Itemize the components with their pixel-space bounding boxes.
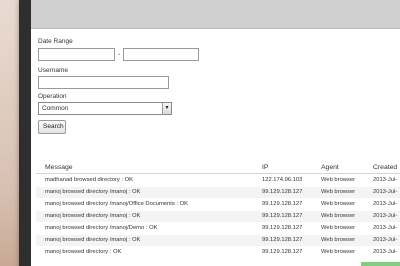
date-to-input[interactable] [123, 48, 199, 61]
cell-created: 2013-Jul- [373, 177, 398, 183]
cell-created: 2013-Jul- [373, 249, 398, 255]
cell-agent: Web browser [321, 201, 356, 207]
username-label: Username [38, 67, 68, 74]
date-from-input[interactable] [38, 48, 115, 61]
cell-ip: 99.129.128.127 [262, 213, 303, 219]
table-row[interactable]: manoj browsed directory /manoj/Demo : OK… [36, 223, 400, 234]
photo-background: Date Range - Username Operation Common ▾… [0, 0, 400, 266]
date-range-label: Date Range [38, 38, 73, 45]
operation-label: Operation [38, 93, 67, 100]
cell-agent: Web browser [321, 189, 356, 195]
cell-ip: 99.129.128.127 [262, 237, 303, 243]
table-row[interactable]: manoj browsed directory /manoj : OK 99.1… [36, 187, 400, 198]
cell-created: 2013-Jul- [373, 201, 398, 207]
cell-ip: 99.129.128.127 [262, 225, 303, 231]
cell-message: manoj browsed directory /manoj/Office Do… [45, 201, 188, 207]
cell-ip: 99.129.128.127 [262, 249, 303, 255]
cell-agent: Web browser [321, 177, 356, 183]
cell-created: 2013-Jul- [373, 189, 398, 195]
cell-message: manoj browsed directory : OK [45, 249, 122, 255]
column-header-created[interactable]: Created [373, 164, 397, 171]
operation-selected-value: Common [42, 105, 69, 112]
cell-agent: Web browser [321, 249, 356, 255]
cell-created: 2013-Jul- [373, 213, 398, 219]
column-header-message[interactable]: Message [45, 164, 73, 171]
date-separator: - [118, 51, 121, 58]
cell-agent: Web browser [321, 225, 356, 231]
cell-message: manoj browsed directory /manoj/Demo : OK [45, 225, 158, 231]
table-row[interactable]: manoj browsed directory : OK 99.129.128.… [36, 247, 400, 258]
username-input[interactable] [38, 76, 169, 89]
column-header-ip[interactable]: IP [262, 164, 268, 171]
top-bar [31, 0, 400, 29]
cell-message: madhanad browsed directory : OK [45, 177, 133, 183]
table-row[interactable]: madhanad browsed directory : OK 122.174.… [36, 175, 400, 186]
cell-ip: 122.174.96.103 [262, 177, 303, 183]
cell-message: manoj browsed directory /manoj : OK [45, 237, 141, 243]
search-button[interactable]: Search [38, 120, 66, 134]
table-row[interactable]: manoj browsed directory /manoj : OK 99.1… [36, 211, 400, 222]
browser-screen: Date Range - Username Operation Common ▾… [31, 0, 400, 266]
cell-message: manoj browsed directory /manoj : OK [45, 213, 141, 219]
column-header-agent[interactable]: Agent [321, 164, 339, 171]
chevron-down-icon[interactable]: ▾ [162, 103, 171, 114]
status-strip [361, 262, 400, 266]
cell-created: 2013-Jul- [373, 225, 398, 231]
cell-ip: 99.129.128.127 [262, 189, 303, 195]
table-row[interactable]: manoj browsed directory /manoj/Office Do… [36, 199, 400, 210]
operation-select[interactable]: Common ▾ [38, 102, 172, 115]
cell-agent: Web browser [321, 237, 356, 243]
cell-message: manoj browsed directory /manoj : OK [45, 189, 141, 195]
cell-created: 2013-Jul- [373, 237, 398, 243]
table-header-divider [36, 173, 400, 174]
table-row[interactable]: manoj browsed directory /manoj : OK 99.1… [36, 235, 400, 246]
cell-agent: Web browser [321, 213, 356, 219]
cell-ip: 99.129.128.127 [262, 201, 303, 207]
